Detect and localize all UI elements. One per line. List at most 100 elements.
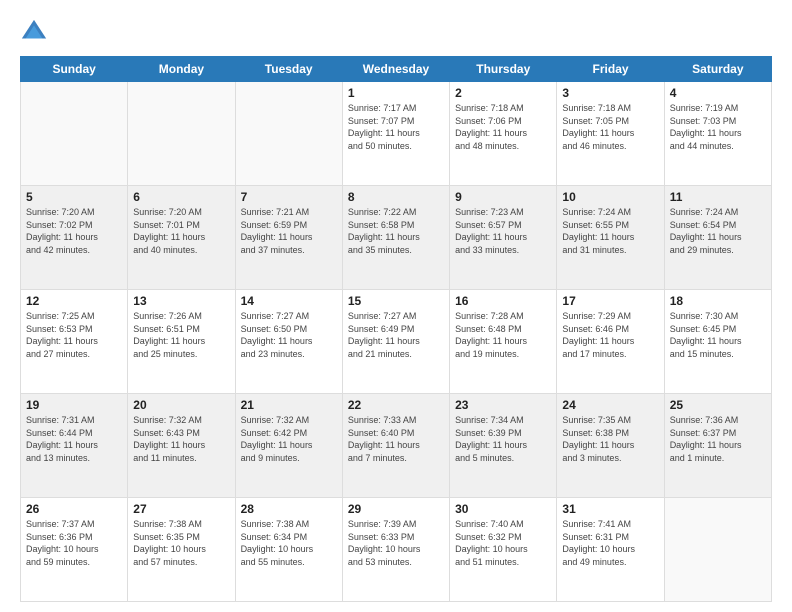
day-info: Sunrise: 7:32 AMSunset: 6:42 PMDaylight:…	[241, 414, 337, 464]
day-number: 26	[26, 502, 122, 516]
day-header-friday: Friday	[557, 57, 664, 82]
calendar-week-3: 12 Sunrise: 7:25 AMSunset: 6:53 PMDayligh…	[21, 290, 772, 394]
page: SundayMondayTuesdayWednesdayThursdayFrid…	[0, 0, 792, 612]
calendar-day-3: 3Sunrise: 7:18 AMSunset: 7:05 PMDaylight…	[557, 82, 664, 186]
calendar-empty-cell	[128, 82, 235, 186]
calendar-header-row: SundayMondayTuesdayWednesdayThursdayFrid…	[21, 57, 772, 82]
day-number: 4	[670, 86, 766, 100]
day-info: Sunrise: 7:20 AMSunset: 7:01 PMDaylight:…	[133, 206, 229, 256]
day-number: 30	[455, 502, 551, 516]
day-number: 9	[455, 190, 551, 204]
day-number: 16	[455, 294, 551, 308]
calendar-day-22: 22Sunrise: 7:33 AMSunset: 6:40 PMDayligh…	[342, 394, 449, 498]
calendar-day-17: 17 Sunrise: 7:29 AMSunset: 6:46 PMDayligh…	[557, 290, 664, 394]
day-header-saturday: Saturday	[664, 57, 771, 82]
day-info: Sunrise: 7:23 AMSunset: 6:57 PMDaylight:…	[455, 206, 551, 256]
calendar-day-18: 18 Sunrise: 7:30 AMSunset: 6:45 PMDayligh…	[664, 290, 771, 394]
calendar-day-7: 7 Sunrise: 7:21 AMSunset: 6:59 PMDaylight…	[235, 186, 342, 290]
day-number: 15	[348, 294, 444, 308]
day-number: 17	[562, 294, 658, 308]
day-number: 8	[348, 190, 444, 204]
calendar-day-24: 24 Sunrise: 7:35 AMSunset: 6:38 PMDayligh…	[557, 394, 664, 498]
calendar-day-31: 31Sunrise: 7:41 AMSunset: 6:31 PMDayligh…	[557, 498, 664, 602]
day-info: Sunrise: 7:28 AMSunset: 6:48 PMDaylight:…	[455, 310, 551, 360]
logo	[20, 18, 52, 46]
calendar-day-20: 20 Sunrise: 7:32 AMSunset: 6:43 PMDayligh…	[128, 394, 235, 498]
calendar-day-11: 11 Sunrise: 7:24 AMSunset: 6:54 PMDayligh…	[664, 186, 771, 290]
day-number: 1	[348, 86, 444, 100]
day-number: 6	[133, 190, 229, 204]
day-info: Sunrise: 7:39 AMSunset: 6:33 PMDaylight:…	[348, 518, 444, 568]
calendar-week-4: 19 Sunrise: 7:31 AMSunset: 6:44 PMDayligh…	[21, 394, 772, 498]
day-info: Sunrise: 7:37 AMSunset: 6:36 PMDaylight:…	[26, 518, 122, 568]
day-number: 7	[241, 190, 337, 204]
day-header-tuesday: Tuesday	[235, 57, 342, 82]
day-info: Sunrise: 7:32 AMSunset: 6:43 PMDaylight:…	[133, 414, 229, 464]
calendar-day-6: 6 Sunrise: 7:20 AMSunset: 7:01 PMDaylight…	[128, 186, 235, 290]
calendar-day-1: 1 Sunrise: 7:17 AMSunset: 7:07 PMDaylight…	[342, 82, 449, 186]
day-info: Sunrise: 7:22 AMSunset: 6:58 PMDaylight:…	[348, 206, 444, 256]
calendar-day-4: 4 Sunrise: 7:19 AMSunset: 7:03 PMDaylight…	[664, 82, 771, 186]
day-info: Sunrise: 7:30 AMSunset: 6:45 PMDaylight:…	[670, 310, 766, 360]
day-number: 10	[562, 190, 658, 204]
day-number: 14	[241, 294, 337, 308]
day-info: Sunrise: 7:40 AMSunset: 6:32 PMDaylight:…	[455, 518, 551, 568]
day-header-thursday: Thursday	[450, 57, 557, 82]
day-info: Sunrise: 7:18 AMSunset: 7:05 PMDaylight:…	[562, 102, 658, 152]
calendar-day-16: 16 Sunrise: 7:28 AMSunset: 6:48 PMDayligh…	[450, 290, 557, 394]
calendar-day-23: 23 Sunrise: 7:34 AMSunset: 6:39 PMDayligh…	[450, 394, 557, 498]
calendar-day-14: 14 Sunrise: 7:27 AMSunset: 6:50 PMDayligh…	[235, 290, 342, 394]
day-info: Sunrise: 7:21 AMSunset: 6:59 PMDaylight:…	[241, 206, 337, 256]
calendar-empty-cell	[664, 498, 771, 602]
day-header-wednesday: Wednesday	[342, 57, 449, 82]
day-info: Sunrise: 7:34 AMSunset: 6:39 PMDaylight:…	[455, 414, 551, 464]
calendar-day-29: 29 Sunrise: 7:39 AMSunset: 6:33 PMDayligh…	[342, 498, 449, 602]
calendar-day-28: 28 Sunrise: 7:38 AMSunset: 6:34 PMDayligh…	[235, 498, 342, 602]
logo-icon	[20, 18, 48, 46]
day-header-sunday: Sunday	[21, 57, 128, 82]
day-info: Sunrise: 7:19 AMSunset: 7:03 PMDaylight:…	[670, 102, 766, 152]
day-number: 28	[241, 502, 337, 516]
day-number: 2	[455, 86, 551, 100]
calendar-day-21: 21Sunrise: 7:32 AMSunset: 6:42 PMDayligh…	[235, 394, 342, 498]
day-info: Sunrise: 7:24 AMSunset: 6:55 PMDaylight:…	[562, 206, 658, 256]
calendar-day-19: 19 Sunrise: 7:31 AMSunset: 6:44 PMDayligh…	[21, 394, 128, 498]
calendar-table: SundayMondayTuesdayWednesdayThursdayFrid…	[20, 56, 772, 602]
header	[20, 18, 772, 46]
day-number: 24	[562, 398, 658, 412]
day-header-monday: Monday	[128, 57, 235, 82]
day-number: 5	[26, 190, 122, 204]
day-number: 12	[26, 294, 122, 308]
calendar-day-15: 15 Sunrise: 7:27 AMSunset: 6:49 PMDayligh…	[342, 290, 449, 394]
day-info: Sunrise: 7:38 AMSunset: 6:35 PMDaylight:…	[133, 518, 229, 568]
calendar-day-13: 13Sunrise: 7:26 AMSunset: 6:51 PMDayligh…	[128, 290, 235, 394]
calendar-day-2: 2Sunrise: 7:18 AMSunset: 7:06 PMDaylight…	[450, 82, 557, 186]
day-number: 23	[455, 398, 551, 412]
day-info: Sunrise: 7:31 AMSunset: 6:44 PMDaylight:…	[26, 414, 122, 464]
calendar-day-25: 25Sunrise: 7:36 AMSunset: 6:37 PMDayligh…	[664, 394, 771, 498]
day-number: 19	[26, 398, 122, 412]
calendar-week-5: 26 Sunrise: 7:37 AMSunset: 6:36 PMDayligh…	[21, 498, 772, 602]
day-info: Sunrise: 7:24 AMSunset: 6:54 PMDaylight:…	[670, 206, 766, 256]
day-info: Sunrise: 7:41 AMSunset: 6:31 PMDaylight:…	[562, 518, 658, 568]
calendar-day-30: 30 Sunrise: 7:40 AMSunset: 6:32 PMDayligh…	[450, 498, 557, 602]
day-info: Sunrise: 7:35 AMSunset: 6:38 PMDaylight:…	[562, 414, 658, 464]
day-info: Sunrise: 7:38 AMSunset: 6:34 PMDaylight:…	[241, 518, 337, 568]
day-number: 20	[133, 398, 229, 412]
day-number: 22	[348, 398, 444, 412]
calendar-week-2: 5Sunrise: 7:20 AMSunset: 7:02 PMDaylight…	[21, 186, 772, 290]
day-info: Sunrise: 7:29 AMSunset: 6:46 PMDaylight:…	[562, 310, 658, 360]
calendar-day-26: 26 Sunrise: 7:37 AMSunset: 6:36 PMDayligh…	[21, 498, 128, 602]
calendar-empty-cell	[21, 82, 128, 186]
day-number: 13	[133, 294, 229, 308]
calendar-day-9: 9 Sunrise: 7:23 AMSunset: 6:57 PMDaylight…	[450, 186, 557, 290]
day-number: 29	[348, 502, 444, 516]
day-info: Sunrise: 7:25 AMSunset: 6:53 PMDaylight:…	[26, 310, 122, 360]
calendar-week-1: 1 Sunrise: 7:17 AMSunset: 7:07 PMDaylight…	[21, 82, 772, 186]
day-info: Sunrise: 7:17 AMSunset: 7:07 PMDaylight:…	[348, 102, 444, 152]
day-info: Sunrise: 7:27 AMSunset: 6:49 PMDaylight:…	[348, 310, 444, 360]
day-info: Sunrise: 7:27 AMSunset: 6:50 PMDaylight:…	[241, 310, 337, 360]
day-number: 11	[670, 190, 766, 204]
day-number: 18	[670, 294, 766, 308]
calendar-day-8: 8 Sunrise: 7:22 AMSunset: 6:58 PMDaylight…	[342, 186, 449, 290]
